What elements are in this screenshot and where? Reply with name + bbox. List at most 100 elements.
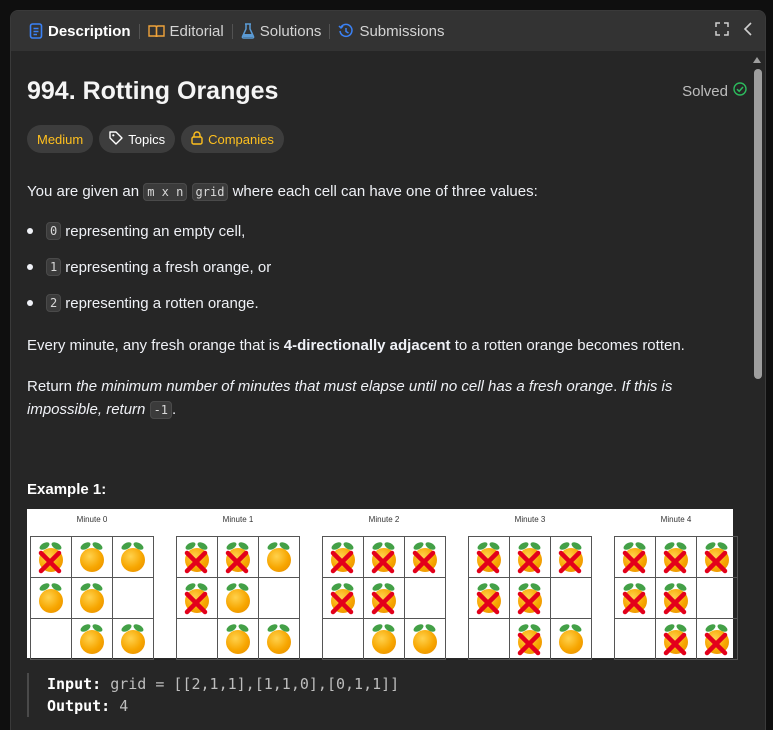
orange-grid: [176, 536, 300, 660]
orange-icon: [80, 548, 104, 572]
rotten-x-icon: [371, 550, 395, 574]
empty-cell: [551, 578, 592, 619]
tab-divider: [138, 23, 140, 39]
solved-status: Solved: [682, 82, 747, 100]
problem-panel: Description Editorial Solutions Submissi…: [10, 10, 766, 730]
list-item-text: representing an empty cell,: [65, 222, 246, 240]
fresh-orange-cell: [405, 619, 446, 660]
rotten-orange-cell: [177, 578, 218, 619]
rotten-x-icon: [184, 591, 208, 615]
tab-description-label: Description: [48, 22, 131, 40]
rotten-orange-cell: [510, 619, 551, 660]
rotten-orange-cell: [656, 578, 697, 619]
empty-cell: [113, 578, 154, 619]
inline-code: 0: [46, 222, 62, 240]
collapse-chevron-left-icon[interactable]: [743, 21, 753, 41]
tab-description[interactable]: Description: [23, 11, 137, 51]
fresh-orange-cell: [551, 619, 592, 660]
fresh-orange-cell: [72, 619, 113, 660]
example-code-block: Input: grid = [[2,1,1],[1,1,0],[0,1,1]] …: [27, 673, 399, 717]
minute-label: Minute 4: [660, 515, 692, 524]
rotten-x-icon: [225, 550, 249, 574]
description-rule: Every minute, any fresh orange that is 4…: [27, 334, 727, 357]
topics-label: Topics: [128, 131, 166, 147]
list-item: 0 representing an empty cell,: [27, 222, 245, 240]
tab-divider: [231, 23, 233, 39]
minute-label: Minute 2: [368, 515, 400, 524]
tab-solutions-label: Solutions: [259, 22, 322, 40]
output-line: Output: 4: [47, 695, 399, 717]
rotten-x-icon: [663, 591, 687, 615]
input-label: Input:: [47, 675, 102, 693]
tab-divider: [329, 23, 331, 39]
fresh-orange-cell: [72, 578, 113, 619]
input-line: Input: grid = [[2,1,1],[1,1,0],[0,1,1]]: [47, 673, 399, 695]
rotten-x-icon: [412, 550, 436, 574]
inline-code: grid: [191, 183, 229, 201]
rotten-orange-cell: [697, 619, 738, 660]
orange-icon: [226, 589, 250, 613]
orange-grid: [468, 536, 592, 660]
inline-code: -1: [149, 401, 173, 419]
rotten-x-icon: [476, 550, 500, 574]
tab-bar: Description Editorial Solutions Submissi…: [11, 11, 765, 51]
intro-text: You are given an: [27, 183, 144, 200]
rotten-orange-cell: [469, 537, 510, 578]
bullet-dot: [27, 264, 33, 270]
list-item: 2 representing a rotten orange.: [27, 294, 259, 312]
empty-cell: [615, 619, 656, 660]
difficulty-badge: Medium: [27, 125, 94, 153]
fullscreen-icon[interactable]: [715, 21, 729, 41]
example-heading: Example 1:: [27, 481, 107, 498]
orange-icon: [80, 589, 104, 613]
rotten-orange-cell: [510, 578, 551, 619]
orange-icon: [559, 630, 583, 654]
check-circle-icon: [733, 82, 747, 100]
rotten-x-icon: [517, 550, 541, 574]
fresh-orange-cell: [218, 619, 259, 660]
rotten-orange-cell: [31, 537, 72, 578]
tab-solutions[interactable]: Solutions: [235, 11, 328, 51]
minute-label: Minute 3: [514, 515, 546, 524]
scroll-up-arrow-icon[interactable]: [753, 57, 761, 63]
tab-bar-actions: [715, 21, 765, 41]
empty-cell: [31, 619, 72, 660]
orange-grid: [30, 536, 154, 660]
empty-cell: [697, 578, 738, 619]
list-item: 1 representing a fresh orange, or: [27, 258, 271, 276]
rotten-x-icon: [517, 591, 541, 615]
empty-cell: [177, 619, 218, 660]
orange-icon: [39, 589, 63, 613]
return-text: .: [613, 378, 622, 395]
orange-grid: [614, 536, 738, 660]
rotten-x-icon: [704, 632, 728, 656]
fresh-orange-cell: [31, 578, 72, 619]
topics-button[interactable]: Topics: [99, 125, 176, 153]
rotten-x-icon: [38, 550, 62, 574]
inline-code: 2: [46, 294, 62, 312]
tab-editorial[interactable]: Editorial: [142, 11, 230, 51]
companies-button[interactable]: Companies: [181, 125, 284, 153]
bullet-dot: [27, 300, 33, 306]
fresh-orange-cell: [113, 537, 154, 578]
inline-code: m x n: [143, 183, 188, 201]
history-icon: [338, 23, 354, 39]
rotten-orange-cell: [656, 619, 697, 660]
tab-submissions[interactable]: Submissions: [332, 11, 450, 51]
rotten-x-icon: [663, 632, 687, 656]
intro-text: where each cell can have one of three va…: [228, 183, 538, 200]
rule-text: to a rotten orange becomes rotten.: [450, 337, 685, 354]
output-label: Output:: [47, 697, 111, 715]
rotten-orange-cell: [323, 537, 364, 578]
list-item-text: representing a rotten orange.: [65, 294, 259, 312]
rotten-x-icon: [704, 550, 728, 574]
scrollbar-thumb[interactable]: [754, 69, 762, 379]
input-value: grid = [[2,1,1],[1,1,0],[0,1,1]]: [110, 675, 400, 693]
rotten-orange-cell: [323, 578, 364, 619]
rotten-orange-cell: [551, 537, 592, 578]
minute-label: Minute 1: [222, 515, 254, 524]
rotten-orange-cell: [510, 537, 551, 578]
fresh-orange-cell: [72, 537, 113, 578]
rotten-orange-cell: [615, 537, 656, 578]
problem-badges: Medium Topics Companies: [27, 125, 284, 153]
